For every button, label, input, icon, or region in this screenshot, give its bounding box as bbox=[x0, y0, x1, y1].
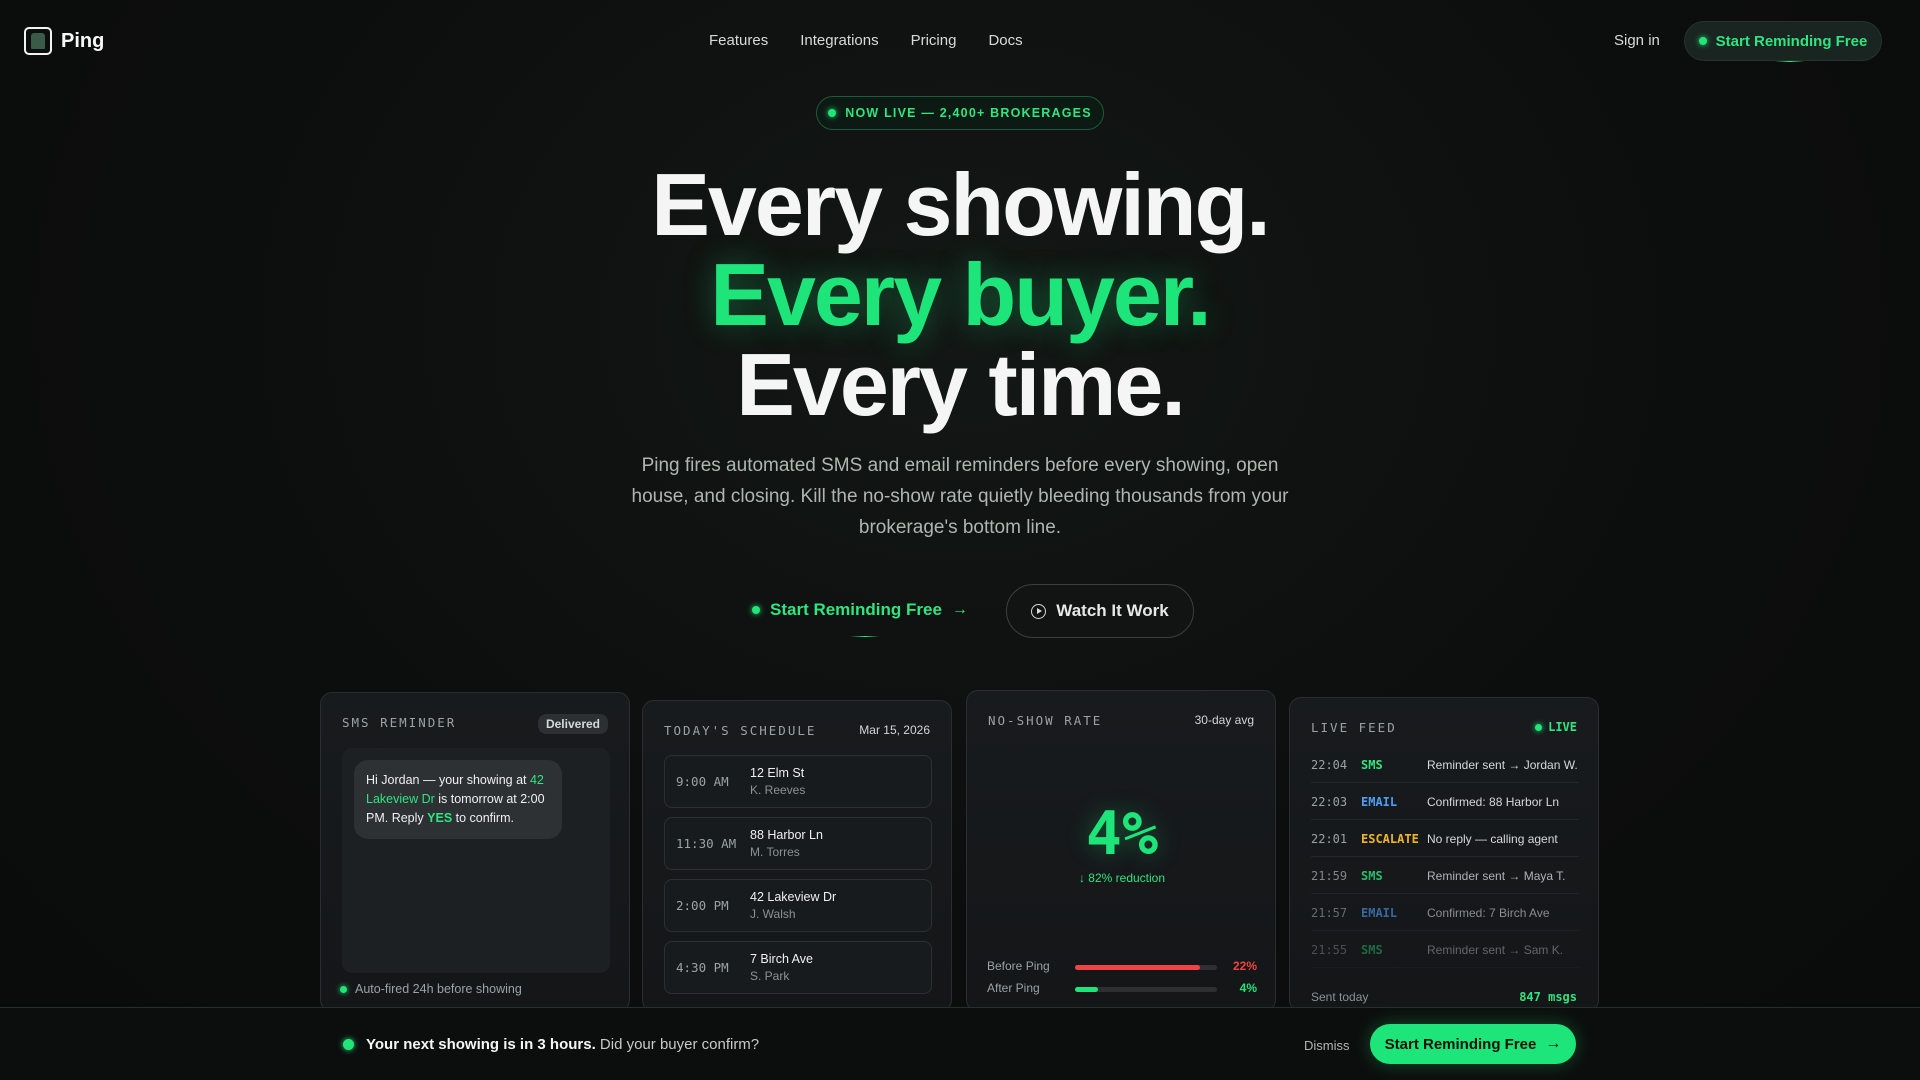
hero-headline: Every showing. Every buyer. Every time. bbox=[0, 160, 1920, 430]
sent-today-label: Sent today bbox=[1311, 990, 1369, 1004]
feed-row: 22:04 SMS Reminder sent → Jordan W. bbox=[1311, 746, 1579, 783]
feed-type: SMS bbox=[1361, 869, 1383, 883]
schedule-row[interactable]: 4:30 PM 7 Birch Ave S. Park bbox=[664, 941, 932, 994]
delivered-badge: Delivered bbox=[537, 714, 608, 734]
live-dot-icon bbox=[828, 109, 837, 117]
watch-label: Watch It Work bbox=[1056, 601, 1169, 620]
headline-line-3: Every time. bbox=[736, 335, 1186, 434]
brand-logo[interactable]: Ping bbox=[24, 27, 104, 55]
headline-line-2: Every buyer. bbox=[710, 245, 1211, 344]
nav-link-features[interactable]: Features bbox=[709, 32, 768, 49]
no-show-rate-card: NO-SHOW RATE 30-day avg 4% ↓ 82% reducti… bbox=[966, 690, 1276, 1012]
feed-row: 21:59 SMS Reminder sent → Maya T. bbox=[1311, 857, 1579, 894]
nav-link-docs[interactable]: Docs bbox=[988, 32, 1022, 49]
live-feed-card: LIVE FEED LIVE 22:04 SMS Reminder sent → J… bbox=[1289, 697, 1599, 1012]
schedule-row[interactable]: 2:00 PM 42 Lakeview Dr J. Walsh bbox=[664, 879, 932, 932]
schedule-date: Mar 15, 2026 bbox=[859, 723, 930, 737]
card-title: NO-SHOW RATE bbox=[988, 713, 1103, 728]
top-nav: Ping Features Integrations Pricing Docs … bbox=[0, 0, 1920, 82]
feed-type: ESCALATE bbox=[1361, 832, 1419, 846]
banner-start-button[interactable]: Start Reminding Free → bbox=[1370, 1024, 1576, 1064]
bar-fill bbox=[1075, 965, 1200, 970]
feed-time: 22:04 bbox=[1311, 758, 1348, 772]
now-live-badge: NOW LIVE — 2,400+ BROKERAGES bbox=[816, 96, 1104, 130]
card-title: SMS REMINDER bbox=[342, 715, 457, 730]
feed-time: 22:01 bbox=[1311, 832, 1348, 846]
sms-bubble: Hi Jordan — your showing at 42 Lakeview … bbox=[354, 760, 562, 839]
schedule-row[interactable]: 9:00 AM 12 Elm St K. Reeves bbox=[664, 755, 932, 808]
no-show-value: 4% bbox=[1085, 799, 1159, 869]
arrow-right-icon: → bbox=[1545, 1035, 1562, 1052]
feed-row: 21:57 EMAIL Confirmed: 7 Birch Ave bbox=[1311, 894, 1579, 931]
feed-type: EMAIL bbox=[1361, 906, 1398, 920]
feed-message: Confirmed: 7 Birch Ave bbox=[1427, 906, 1550, 920]
headline-line-1: Every showing. bbox=[651, 155, 1271, 254]
feed-message: Reminder sent → Sam K. bbox=[1427, 943, 1564, 957]
cta-dot-icon bbox=[752, 606, 760, 614]
hero-subhead: Ping fires automated SMS and email remin… bbox=[631, 455, 1289, 538]
schedule-row[interactable]: 11:30 AM 88 Harbor Ln M. Torres bbox=[664, 817, 932, 870]
feed-row: 21:55 SMS Reminder sent → Sam K. bbox=[1311, 931, 1579, 968]
status-dot-icon bbox=[1698, 37, 1707, 45]
sms-reminder-card: SMS REMINDER Delivered Hi Jordan — your … bbox=[320, 692, 630, 1012]
feed-row: 22:01 ESCALATE No reply — calling agent bbox=[1311, 820, 1579, 857]
nav-start-button[interactable]: Start Reminding Free bbox=[1684, 21, 1882, 62]
bar-value: 22% bbox=[1232, 959, 1257, 973]
reduction-label: ↓ 82% reduction bbox=[1078, 871, 1166, 885]
play-icon bbox=[1031, 603, 1047, 619]
reminder-banner: Your next showing is in 3 hours. Did you… bbox=[0, 1007, 1920, 1080]
feed-time: 21:59 bbox=[1311, 869, 1348, 883]
nav-link-integrations[interactable]: Integrations bbox=[800, 32, 878, 49]
dismiss-button[interactable]: Dismiss bbox=[1304, 1038, 1350, 1053]
feed-type: EMAIL bbox=[1361, 795, 1398, 809]
badge-text: NOW LIVE — 2,400+ BROKERAGES bbox=[845, 106, 1092, 120]
schedule-card: TODAY'S SCHEDULE Mar 15, 2026 9:00 AM 12… bbox=[642, 700, 952, 1012]
status-dot-icon bbox=[340, 985, 347, 993]
feed-type: SMS bbox=[1361, 758, 1383, 772]
sms-thread: Hi Jordan — your showing at 42 Lakeview … bbox=[342, 748, 610, 973]
before-ping-bar: Before Ping 22% bbox=[987, 959, 1257, 973]
feed-time: 21:55 bbox=[1311, 943, 1348, 957]
feed-time: 21:57 bbox=[1311, 906, 1348, 920]
arrow-right-icon: → bbox=[951, 601, 968, 618]
avg-label: 30-day avg bbox=[1194, 713, 1254, 727]
feed-message: Confirmed: 88 Harbor Ln bbox=[1427, 795, 1560, 809]
sent-today-value: 847 msgs bbox=[1519, 990, 1577, 1004]
hero-start-button[interactable]: Start Reminding Free → bbox=[752, 598, 968, 637]
watch-it-work-button[interactable]: Watch It Work bbox=[1006, 584, 1194, 638]
feed-type: SMS bbox=[1361, 943, 1383, 957]
live-dot-icon bbox=[1535, 723, 1543, 731]
feed-list: 22:04 SMS Reminder sent → Jordan W. 22:03 EM… bbox=[1311, 746, 1579, 968]
schedule-list: 9:00 AM 12 Elm St K. Reeves 11:30 AM 88 … bbox=[664, 755, 932, 1003]
bar-fill bbox=[1075, 987, 1098, 992]
brand-name: Ping bbox=[61, 29, 105, 52]
live-indicator: LIVE bbox=[1535, 720, 1577, 734]
feed-row: 22:03 EMAIL Confirmed: 88 Harbor Ln bbox=[1311, 783, 1579, 820]
sign-in-link[interactable]: Sign in bbox=[1614, 32, 1660, 49]
feed-message: Reminder sent → Jordan W. bbox=[1427, 758, 1578, 772]
nav-link-pricing[interactable]: Pricing bbox=[911, 32, 957, 49]
banner-message: Your next showing is in 3 hours. Did you… bbox=[343, 1036, 759, 1053]
bar-value: 4% bbox=[1239, 981, 1257, 995]
auto-fired-note: Auto-fired 24h before showing bbox=[340, 982, 522, 996]
feed-message: Reminder sent → Maya T. bbox=[1427, 869, 1566, 883]
hero-start-label: Start Reminding Free bbox=[770, 600, 942, 619]
feed-time: 22:03 bbox=[1311, 795, 1348, 809]
card-title: LIVE FEED bbox=[1311, 720, 1397, 735]
ping-logo-icon bbox=[24, 27, 52, 55]
nav-start-label: Start Reminding Free bbox=[1715, 32, 1868, 50]
card-title: TODAY'S SCHEDULE bbox=[664, 723, 817, 738]
nav-links: Features Integrations Pricing Docs bbox=[709, 32, 1023, 49]
status-dot-icon bbox=[343, 1039, 354, 1050]
feed-message: No reply — calling agent bbox=[1427, 832, 1558, 846]
after-ping-bar: After Ping 4% bbox=[987, 981, 1257, 995]
